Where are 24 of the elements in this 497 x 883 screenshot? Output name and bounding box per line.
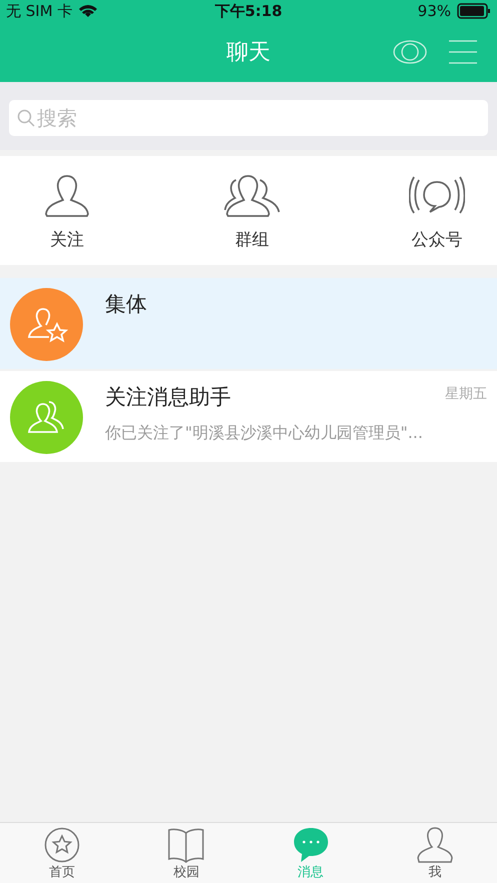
- shortcut-label[interactable]: 公众号: [412, 228, 462, 251]
- carrier-text: 无 SIM 卡: [6, 2, 72, 20]
- conversation-time: 星期五: [445, 385, 487, 403]
- search-field[interactable]: 搜索: [9, 100, 488, 136]
- tab-item[interactable]: 我: [404, 823, 465, 883]
- page-title: 聊天: [226, 39, 270, 67]
- shortcut-label[interactable]: 关注: [50, 228, 84, 251]
- shortcut-label[interactable]: 群组: [235, 228, 269, 251]
- clock-text: 下午5:18: [214, 2, 282, 20]
- wifi-icon: [78, 4, 98, 18]
- battery-text: 93%: [418, 2, 451, 20]
- conversation-row[interactable]: 集体: [0, 278, 497, 369]
- person-icon: [416, 827, 454, 863]
- book-icon: [167, 827, 206, 863]
- battery-icon: [457, 3, 491, 19]
- tab-item[interactable]: 首页: [32, 823, 92, 883]
- chat-icon: [292, 827, 329, 863]
- conversation-name: 集体: [105, 291, 147, 318]
- person-icon[interactable]: [45, 174, 89, 218]
- group-icon[interactable]: [224, 174, 280, 218]
- conversation-row[interactable]: 关注消息助手 星期五 你已关注了"明溪县沙溪中心幼儿园管理员"...: [0, 371, 497, 462]
- message-preview: 你已关注了"明溪县沙溪中心幼儿园管理员"...: [105, 423, 424, 444]
- tab-item[interactable]: 校园: [156, 823, 216, 883]
- conversation-name: 关注消息助手: [105, 384, 231, 411]
